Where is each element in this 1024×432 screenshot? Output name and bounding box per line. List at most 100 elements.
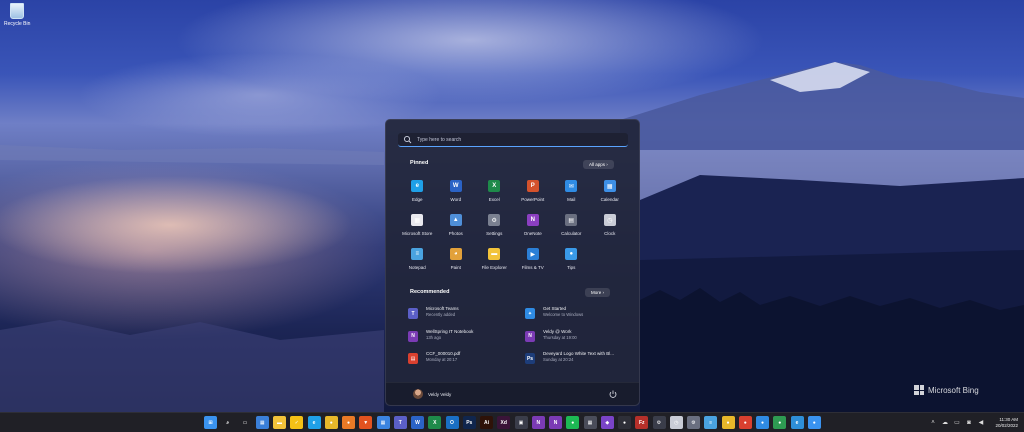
taskbar-illustrator-icon[interactable]: Ai	[480, 416, 493, 429]
store-icon: ▦	[411, 214, 424, 226]
taskbar-xd-icon[interactable]: Xd	[497, 416, 511, 429]
taskbar-app-green-icon[interactable]: ●	[773, 416, 787, 429]
photoshop-file-icon: Ps	[525, 353, 535, 364]
taskbar-onenote-icon[interactable]: N	[531, 416, 545, 429]
all-apps-button[interactable]: All apps ›	[583, 160, 614, 169]
taskbar-clock-icon[interactable]: ◷	[669, 416, 683, 429]
recommended-item-title: Microsoft Teams	[426, 306, 459, 311]
pinned-app-excel[interactable]: X Excel	[475, 177, 514, 211]
taskbar-store-icon[interactable]: ▦	[376, 416, 390, 429]
taskbar-file-explorer-icon[interactable]: ▬	[273, 416, 286, 429]
more-label: More	[591, 290, 602, 295]
more-button[interactable]: More ›	[585, 288, 611, 297]
taskbar-app-red-icon[interactable]: ●	[738, 416, 752, 429]
pinned-app-paint[interactable]: ◕ Paint	[437, 245, 476, 279]
taskbar-onenote-alt-icon[interactable]: N	[549, 416, 562, 429]
recommended-item[interactable]: T Microsoft Teams Recently added	[408, 306, 525, 329]
taskbar-widgets-icon[interactable]: ▦	[255, 416, 269, 429]
chevron-right-icon: ›	[602, 290, 605, 295]
taskbar-app-grid-icon[interactable]: ▦	[583, 416, 597, 429]
taskbar-spotify-icon[interactable]: ●	[566, 416, 580, 429]
pinned-app-films-tv[interactable]: ▶ Films & TV	[514, 245, 553, 279]
pinned-app-photos[interactable]: ▲ Photos	[437, 211, 476, 245]
start-search-box[interactable]	[398, 133, 628, 147]
taskbar-edge-dev-icon[interactable]: e	[790, 416, 804, 429]
recommended-item[interactable]: Ps Deveyard Logo White Text with Bl... Sun…	[525, 351, 628, 374]
display-icon[interactable]: ▭	[953, 420, 960, 427]
taskbar-notepad-icon[interactable]: ≡	[704, 416, 718, 429]
taskbar-clock[interactable]: 11:30 AM 20/02/2022	[995, 417, 1018, 429]
pinned-app-label: Clock	[604, 231, 616, 236]
pinned-app-file-explorer[interactable]: ▬ File Explorer	[475, 245, 514, 279]
taskbar-settings-icon[interactable]: ⚙	[687, 416, 700, 429]
recommended-item-text: Deveyard Logo White Text with Bl... Sunda…	[543, 351, 614, 362]
pinned-app-edge[interactable]: e Edge	[398, 177, 437, 211]
taskbar-app-icon[interactable]: ▣	[514, 416, 528, 429]
search-icon	[403, 135, 412, 143]
pinned-app-powerpoint[interactable]: P PowerPoint	[514, 177, 553, 211]
network-icon[interactable]: ◙	[965, 420, 972, 427]
taskbar-excel-icon[interactable]: X	[428, 416, 442, 429]
pinned-app-label: Photos	[448, 231, 463, 236]
bing-watermark: Microsoft Bing	[914, 385, 979, 395]
taskbar-chrome-alt-icon[interactable]: ●	[721, 416, 735, 429]
onenote-icon: N	[526, 214, 539, 226]
taskbar-app-tool-icon[interactable]: ⚙	[652, 416, 666, 429]
word-icon: W	[449, 180, 462, 192]
recommended-item[interactable]: ▤ CCF_000010.pdf Monday at 20:17	[408, 351, 525, 374]
pinned-app-label: Calendar	[600, 197, 619, 202]
taskbar-visual-studio-icon[interactable]: ◆	[600, 416, 614, 429]
pinned-app-notepad[interactable]: ≡ Notepad	[398, 245, 437, 279]
pinned-app-mail[interactable]: ✉ Mail	[552, 177, 591, 211]
taskbar-search-icon[interactable]: ⌕	[221, 416, 234, 429]
clock-date: 20/02/2022	[995, 423, 1018, 428]
pinned-app-word[interactable]: W Word	[437, 177, 476, 211]
pinned-app-clock[interactable]: ◷ Clock	[591, 211, 630, 245]
start-button[interactable]: ⊞	[204, 416, 217, 429]
pinned-app-label: Edge	[411, 197, 423, 202]
pinned-app-store[interactable]: ▦ Microsoft Store	[398, 211, 437, 245]
recommended-item-subtitle: Recently added	[426, 312, 456, 317]
file-explorer-icon: ▬	[488, 248, 501, 260]
avatar[interactable]	[413, 389, 423, 399]
edge-icon: e	[411, 180, 424, 192]
user-name[interactable]: Veldy Veldy	[428, 392, 451, 397]
taskbar-brave-icon[interactable]: ▼	[359, 416, 373, 429]
taskbar-app-blue-icon[interactable]: ●	[756, 416, 769, 429]
taskbar-edge-icon[interactable]: e	[307, 416, 321, 429]
recommended-item[interactable]: N Veldy @ Work Thursday at 19:00	[525, 329, 628, 352]
chevron-up-icon[interactable]: ˄	[929, 420, 936, 427]
taskbar-chrome-icon[interactable]: ●	[324, 416, 338, 429]
taskbar-norton-icon[interactable]: ✓	[290, 416, 304, 429]
power-icon[interactable]	[608, 389, 618, 399]
taskbar-firefox-icon[interactable]: ●	[342, 416, 355, 429]
taskbar-github-icon[interactable]: ●	[618, 416, 631, 429]
taskbar-task-view-icon[interactable]: ▭	[239, 416, 252, 429]
recommended-item[interactable]: ✦ Get Started Welcome to Windows	[525, 306, 628, 329]
taskbar-word-icon[interactable]: W	[411, 416, 424, 429]
notepad-icon: ≡	[411, 248, 424, 260]
recommended-item-subtitle: Sunday at 20:24	[543, 357, 574, 362]
paint-icon: ◕	[449, 248, 462, 260]
volume-icon[interactable]: ◀	[977, 420, 984, 427]
teams-icon: T	[408, 308, 418, 319]
recycle-bin-icon	[10, 3, 24, 19]
recommended-item-subtitle: 13h ago	[426, 334, 442, 340]
desktop-icon-recycle-bin[interactable]: Recycle Bin	[4, 3, 30, 27]
pinned-app-calendar[interactable]: ▦ Calendar	[591, 177, 630, 211]
pinned-app-settings[interactable]: ⚙ Settings	[475, 211, 514, 245]
taskbar-app-globe-icon[interactable]: ●	[807, 416, 821, 429]
powerpoint-icon: P	[526, 180, 539, 192]
onenote-file-icon: N	[408, 330, 418, 342]
recommended-item[interactable]: N WellSpring IT Notebook 13h ago	[408, 329, 525, 352]
pinned-app-onenote[interactable]: N OneNote	[514, 211, 553, 245]
pinned-app-tips[interactable]: ● Tips	[552, 245, 591, 279]
taskbar-teams-icon[interactable]: T	[393, 416, 407, 429]
cloud-icon[interactable]: ☁	[941, 420, 948, 427]
search-input[interactable]	[417, 136, 617, 143]
clock-icon: ◷	[603, 214, 616, 226]
pinned-app-calculator[interactable]: ▤ Calculator	[552, 211, 591, 245]
taskbar-outlook-icon[interactable]: O	[445, 416, 459, 429]
taskbar-photoshop-icon[interactable]: Ps	[462, 416, 476, 429]
taskbar-filezilla-icon[interactable]: Fz	[635, 416, 649, 429]
